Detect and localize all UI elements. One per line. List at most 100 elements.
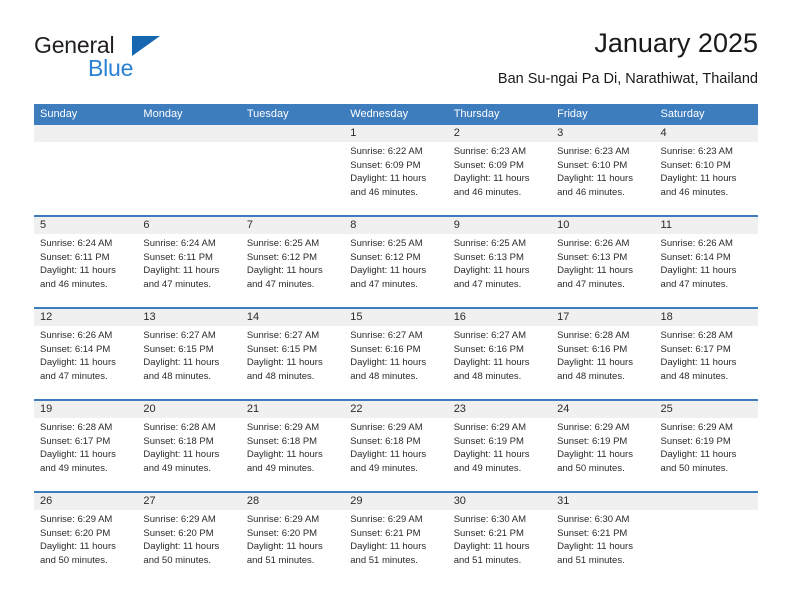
daylight-text-line1: Daylight: 11 hours (453, 173, 530, 184)
day-number: 21 (246, 403, 260, 415)
day-cell[interactable]: 3 Sunrise: 6:23 AM Sunset: 6:10 PM Daylight… (551, 125, 654, 215)
daylight-text-line1: Daylight: 11 hours (350, 449, 427, 460)
sunset-text: Sunset: 6:16 PM (350, 343, 421, 355)
sunrise-text: Sunrise: 6:29 AM (40, 514, 113, 525)
sunset-text: Sunset: 6:10 PM (557, 159, 628, 171)
day-cell[interactable]: 15 Sunrise: 6:27 AM Sunset: 6:16 PM Dayligh… (344, 309, 447, 399)
daylight-text-line2: and 51 minutes. (557, 554, 625, 566)
day-cell[interactable]: 7 Sunrise: 6:25 AM Sunset: 6:12 PM Daylight… (241, 217, 344, 307)
day-cell[interactable]: 9 Sunrise: 6:25 AM Sunset: 6:13 PM Daylight… (448, 217, 551, 307)
day-cell[interactable]: 17 Sunrise: 6:28 AM Sunset: 6:16 PM Dayligh… (551, 309, 654, 399)
daylight-text-line2: and 50 minutes. (143, 554, 212, 566)
sunset-text: Sunset: 6:09 PM (350, 159, 421, 171)
weekday-header-tuesday: Tuesday (246, 108, 289, 120)
general-blue-logo[interactable]: General Blue (34, 32, 214, 90)
sunset-text: Sunset: 6:17 PM (660, 343, 731, 355)
sunrise-text: Sunrise: 6:29 AM (453, 422, 527, 433)
daylight-text-line2: and 50 minutes. (557, 462, 625, 474)
day-cell[interactable]: 21 Sunrise: 6:29 AM Sunset: 6:18 PM Dayligh… (241, 401, 344, 491)
sunrise-text: Sunrise: 6:24 AM (40, 238, 113, 249)
sunset-text: Sunset: 6:18 PM (143, 435, 214, 447)
day-cell[interactable]: 14 Sunrise: 6:27 AM Sunset: 6:15 PM Dayligh… (241, 309, 344, 399)
day-cell[interactable]: 11 Sunrise: 6:26 AM Sunset: 6:14 PM Dayligh… (655, 217, 758, 307)
sunset-text: Sunset: 6:19 PM (660, 435, 731, 447)
sunset-text: Sunset: 6:13 PM (557, 251, 628, 263)
sunset-text: Sunset: 6:12 PM (350, 251, 421, 263)
weekday-header-thursday: Thursday (453, 108, 500, 120)
daylight-text-line2: and 49 minutes. (143, 462, 212, 474)
day-cell[interactable]: 25 Sunrise: 6:29 AM Sunset: 6:19 PM Dayligh… (655, 401, 758, 491)
day-cell[interactable]: 28 Sunrise: 6:29 AM Sunset: 6:20 PM Dayligh… (241, 493, 344, 583)
daylight-text-line2: and 49 minutes. (246, 462, 315, 474)
day-number: 4 (660, 127, 667, 139)
day-cell[interactable]: 29 Sunrise: 6:29 AM Sunset: 6:21 PM Dayligh… (344, 493, 447, 583)
day-number: 8 (350, 219, 357, 231)
day-cell[interactable]: 26 Sunrise: 6:29 AM Sunset: 6:20 PM Dayligh… (34, 493, 137, 583)
sunset-text: Sunset: 6:19 PM (453, 435, 524, 447)
day-number: 29 (350, 495, 363, 507)
weekday-header-friday: Friday (557, 108, 588, 120)
sunset-text: Sunset: 6:10 PM (660, 159, 731, 171)
day-number: 13 (143, 311, 156, 323)
sunrise-text: Sunrise: 6:23 AM (557, 146, 630, 157)
day-cell[interactable]: 10 Sunrise: 6:26 AM Sunset: 6:13 PM Dayligh… (551, 217, 654, 307)
sunset-text: Sunset: 6:16 PM (557, 343, 628, 355)
day-sun-info: Sunrise: 6:30 AM Sunset: 6:21 PM Daylight:… (454, 513, 545, 567)
daylight-text-line2: and 47 minutes. (350, 278, 418, 290)
day-cell[interactable]: 2 Sunrise: 6:23 AM Sunset: 6:09 PM Daylight… (448, 125, 551, 215)
day-cell[interactable]: 22 Sunrise: 6:29 AM Sunset: 6:18 PM Dayligh… (344, 401, 447, 491)
logo-text-blue: Blue (88, 55, 134, 81)
sunrise-text: Sunrise: 6:25 AM (453, 238, 527, 249)
sunset-text: Sunset: 6:14 PM (40, 343, 111, 355)
day-cell[interactable]: 31 Sunrise: 6:30 AM Sunset: 6:21 PM Dayligh… (551, 493, 654, 583)
day-number: 5 (40, 219, 47, 231)
day-sun-info: Sunrise: 6:25 AM Sunset: 6:12 PM Daylight:… (247, 237, 338, 291)
day-cell[interactable]: 24 Sunrise: 6:29 AM Sunset: 6:19 PM Dayligh… (551, 401, 654, 491)
day-sun-info: Sunrise: 6:24 AM Sunset: 6:11 PM Daylight:… (143, 237, 234, 291)
triangle-icon (132, 36, 160, 56)
day-cell[interactable]: 18 Sunrise: 6:28 AM Sunset: 6:17 PM Dayligh… (655, 309, 758, 399)
day-cell[interactable]: 19 Sunrise: 6:28 AM Sunset: 6:17 PM Dayligh… (34, 401, 137, 491)
page-subtitle: Ban Su-ngai Pa Di, Narathiwat, Thailand (497, 71, 758, 87)
day-number: 19 (40, 403, 53, 415)
day-cell[interactable]: 8 Sunrise: 6:25 AM Sunset: 6:12 PM Daylight… (344, 217, 447, 307)
day-number: 23 (453, 403, 466, 415)
masthead: General Blue January 2025 Ban Su-ngai Pa… (34, 26, 758, 98)
weekday-header-monday: Monday (143, 108, 183, 120)
day-cell[interactable]: 30 Sunrise: 6:30 AM Sunset: 6:21 PM Dayligh… (448, 493, 551, 583)
daylight-text-line1: Daylight: 11 hours (350, 357, 427, 368)
daylight-text-line2: and 46 minutes. (557, 186, 625, 198)
day-cell[interactable]: 27 Sunrise: 6:29 AM Sunset: 6:20 PM Dayligh… (137, 493, 240, 583)
daylight-text-line1: Daylight: 11 hours (453, 541, 530, 552)
sunset-text: Sunset: 6:21 PM (350, 527, 421, 539)
daylight-text-line1: Daylight: 11 hours (660, 265, 737, 276)
day-sun-info: Sunrise: 6:28 AM Sunset: 6:18 PM Daylight:… (143, 421, 234, 475)
sunrise-text: Sunrise: 6:30 AM (557, 514, 630, 525)
sunrise-text: Sunrise: 6:26 AM (40, 330, 113, 341)
day-cell[interactable]: 12 Sunrise: 6:26 AM Sunset: 6:14 PM Dayligh… (34, 309, 137, 399)
day-cell[interactable]: 6 Sunrise: 6:24 AM Sunset: 6:11 PM Daylight… (137, 217, 240, 307)
day-cell-empty (241, 125, 344, 215)
sunset-text: Sunset: 6:14 PM (660, 251, 731, 263)
day-cell[interactable]: 23 Sunrise: 6:29 AM Sunset: 6:19 PM Dayligh… (448, 401, 551, 491)
day-cell[interactable]: 1 Sunrise: 6:22 AM Sunset: 6:09 PM Daylight… (344, 125, 447, 215)
sunrise-text: Sunrise: 6:28 AM (143, 422, 216, 433)
daylight-text-line1: Daylight: 11 hours (246, 541, 323, 552)
calendar-grid: Sunday Monday Tuesday Wednesday Thursday Frid… (34, 104, 758, 583)
day-cell[interactable]: 16 Sunrise: 6:27 AM Sunset: 6:16 PM Dayligh… (448, 309, 551, 399)
sunrise-text: Sunrise: 6:29 AM (350, 422, 423, 433)
day-cell[interactable]: 4 Sunrise: 6:23 AM Sunset: 6:10 PM Daylight… (655, 125, 758, 215)
daylight-text-line1: Daylight: 11 hours (350, 541, 427, 552)
daylight-text-line2: and 47 minutes. (246, 278, 315, 290)
sunset-text: Sunset: 6:13 PM (453, 251, 524, 263)
day-cell[interactable]: 20 Sunrise: 6:28 AM Sunset: 6:18 PM Dayligh… (137, 401, 240, 491)
daylight-text-line2: and 48 minutes. (350, 370, 418, 382)
daylight-text-line1: Daylight: 11 hours (453, 357, 530, 368)
sunrise-text: Sunrise: 6:27 AM (143, 330, 216, 341)
day-cell[interactable]: 5 Sunrise: 6:24 AM Sunset: 6:11 PM Daylight… (34, 217, 137, 307)
calendar-week-row: 5 Sunrise: 6:24 AM Sunset: 6:11 PM Daylight… (34, 215, 758, 307)
daylight-text-line1: Daylight: 11 hours (246, 449, 323, 460)
day-sun-info: Sunrise: 6:29 AM Sunset: 6:19 PM Daylight:… (557, 421, 648, 475)
daylight-text-line2: and 46 minutes. (660, 186, 729, 198)
day-cell[interactable]: 13 Sunrise: 6:27 AM Sunset: 6:15 PM Dayligh… (137, 309, 240, 399)
